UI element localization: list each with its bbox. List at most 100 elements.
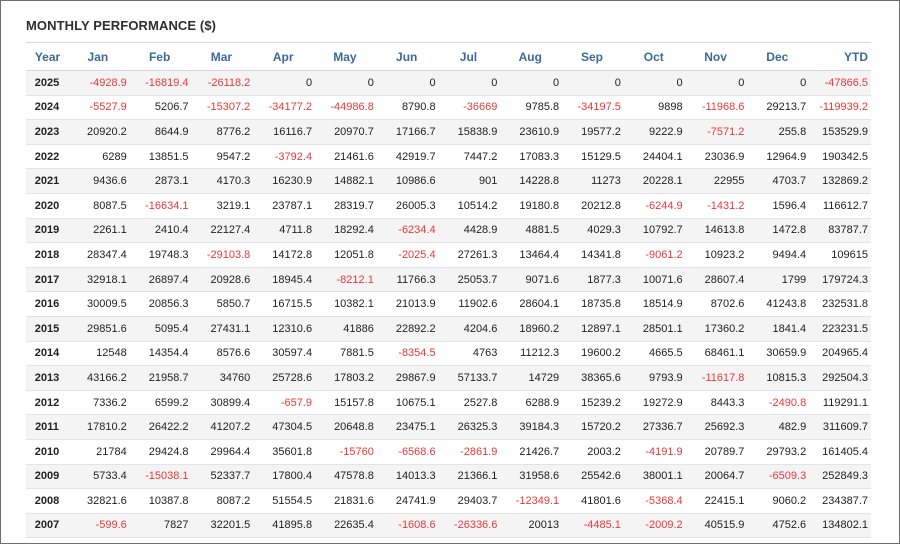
month-value-cell: 8702.6 bbox=[685, 291, 748, 317]
month-value-cell: 3219.1 bbox=[191, 192, 254, 219]
month-value-cell: 25053.7 bbox=[438, 266, 501, 293]
month-value-cell: 20013 bbox=[500, 512, 563, 539]
table-row: 2023 20920.2 8644.9 8776.2 16116.7 20970.7 171… bbox=[26, 119, 871, 145]
ytd-cell: 311609.7 bbox=[809, 414, 871, 440]
month-value-cell: 5733.4 bbox=[68, 463, 130, 490]
month-value-cell: 10514.2 bbox=[438, 192, 501, 219]
ytd-cell: 190342.5 bbox=[809, 143, 871, 170]
month-value-cell: 482.9 bbox=[747, 414, 810, 440]
month-value-cell: 4428.9 bbox=[438, 217, 501, 244]
month-value-cell: 18514.9 bbox=[623, 291, 686, 317]
column-header-nov: Nov bbox=[685, 42, 748, 71]
month-value-cell: 20970.7 bbox=[315, 119, 377, 145]
month-value-cell: 9494.4 bbox=[747, 242, 810, 268]
month-value-cell: 4881.5 bbox=[500, 217, 563, 244]
month-value-cell: 0 bbox=[315, 70, 377, 96]
month-value-cell: 21461.6 bbox=[315, 143, 377, 170]
month-value-cell: 21958.7 bbox=[129, 365, 192, 391]
month-value-cell: 2003.2 bbox=[562, 438, 624, 465]
month-value-cell: 51554.5 bbox=[253, 488, 316, 514]
month-value-cell: 20856.3 bbox=[129, 291, 192, 317]
month-value-cell: 14613.8 bbox=[685, 217, 748, 244]
month-value-cell: 15129.5 bbox=[562, 143, 624, 170]
month-value-cell: 32918.1 bbox=[68, 266, 130, 293]
month-value-cell: 14729 bbox=[500, 365, 563, 391]
month-value-cell: 12548 bbox=[68, 340, 130, 367]
column-header-sep: Sep bbox=[562, 42, 624, 71]
month-value-cell: 2527.8 bbox=[438, 389, 501, 416]
month-value-cell: 10071.6 bbox=[623, 266, 686, 293]
month-value-cell: 26897.4 bbox=[129, 266, 192, 293]
month-value-cell: 43166.2 bbox=[68, 365, 130, 391]
month-value-cell: 5206.7 bbox=[129, 94, 192, 121]
table-row: 2007 -599.6 7827 32201.5 41895.8 22635.4 -1608… bbox=[26, 512, 871, 539]
month-value-cell: 13851.5 bbox=[129, 143, 192, 170]
table-row: 2015 29851.6 5095.4 27431.1 12310.6 41886 2289… bbox=[26, 315, 871, 342]
month-value-cell: 27431.1 bbox=[191, 315, 254, 342]
month-value-cell: 30659.9 bbox=[747, 340, 810, 367]
month-value-cell: -11617.8 bbox=[685, 365, 748, 391]
ytd-cell: 109615 bbox=[809, 242, 871, 268]
month-value-cell: 68461.1 bbox=[685, 340, 748, 367]
year-cell: 2018 bbox=[26, 242, 68, 268]
table-row: 2019 2261.1 2410.4 22127.4 4711.8 18292.4 -623… bbox=[26, 217, 871, 244]
month-value-cell: 29964.4 bbox=[191, 438, 254, 465]
month-value-cell: 255.8 bbox=[747, 119, 810, 145]
month-value-cell: -6509.3 bbox=[747, 463, 810, 490]
month-value-cell: 9793.9 bbox=[623, 365, 686, 391]
column-header-may: May bbox=[315, 42, 377, 71]
month-value-cell: 14354.4 bbox=[129, 340, 192, 367]
month-value-cell: 4204.6 bbox=[438, 315, 501, 342]
month-value-cell: 10815.3 bbox=[747, 365, 810, 391]
month-value-cell: 22127.4 bbox=[191, 217, 254, 244]
month-value-cell: 21013.9 bbox=[376, 291, 439, 317]
month-value-cell: 901 bbox=[438, 168, 501, 194]
ytd-cell: 204965.4 bbox=[809, 340, 871, 367]
month-value-cell: 41243.8 bbox=[747, 291, 810, 317]
month-value-cell: 4763 bbox=[438, 340, 501, 367]
month-value-cell: 35601.8 bbox=[253, 438, 316, 465]
month-value-cell: 0 bbox=[747, 70, 810, 96]
column-header-aug: Aug bbox=[500, 42, 563, 71]
month-value-cell: 9436.6 bbox=[68, 168, 130, 194]
month-value-cell: 5850.7 bbox=[191, 291, 254, 317]
month-value-cell: 15838.9 bbox=[438, 119, 501, 145]
month-value-cell: -1431.2 bbox=[685, 192, 748, 219]
month-value-cell: 28319.7 bbox=[315, 192, 377, 219]
month-value-cell: 47578.8 bbox=[315, 463, 377, 490]
month-value-cell: 52337.7 bbox=[191, 463, 254, 490]
month-value-cell: 41895.8 bbox=[253, 512, 316, 539]
month-value-cell: 24741.9 bbox=[376, 488, 439, 514]
month-value-cell: -1608.6 bbox=[376, 512, 439, 539]
year-cell: 2020 bbox=[26, 192, 68, 219]
month-value-cell: -15307.2 bbox=[191, 94, 254, 121]
month-value-cell: 21426.7 bbox=[500, 438, 563, 465]
year-cell: 2015 bbox=[26, 315, 68, 342]
month-value-cell: 23787.1 bbox=[253, 192, 316, 219]
month-value-cell: 34760 bbox=[191, 365, 254, 391]
month-value-cell: 0 bbox=[500, 70, 563, 96]
ytd-cell: 116612.7 bbox=[809, 192, 871, 219]
month-value-cell: 41886 bbox=[315, 315, 377, 342]
year-cell: 2017 bbox=[26, 266, 68, 293]
month-value-cell: 5095.4 bbox=[129, 315, 192, 342]
month-value-cell: 39184.3 bbox=[500, 414, 563, 440]
month-value-cell: -2490.8 bbox=[747, 389, 810, 416]
month-value-cell: 1877.3 bbox=[562, 266, 624, 293]
ytd-cell: 234387.7 bbox=[809, 488, 871, 514]
month-value-cell: 0 bbox=[562, 70, 624, 96]
year-cell: 2023 bbox=[26, 119, 68, 145]
ytd-cell: 119291.1 bbox=[809, 389, 871, 416]
month-value-cell: 25542.6 bbox=[562, 463, 624, 490]
column-header-apr: Apr bbox=[253, 42, 316, 71]
month-value-cell: 42919.7 bbox=[376, 143, 439, 170]
month-value-cell: 9071.6 bbox=[500, 266, 563, 293]
table-row: 2014 12548 14354.4 8576.6 30597.4 7881.5 -8354… bbox=[26, 340, 871, 367]
month-value-cell: 14341.8 bbox=[562, 242, 624, 268]
month-value-cell: 7827 bbox=[129, 512, 192, 539]
month-value-cell: 10792.7 bbox=[623, 217, 686, 244]
month-value-cell: 8443.3 bbox=[685, 389, 748, 416]
month-value-cell: -2025.4 bbox=[376, 242, 439, 268]
month-value-cell: 14228.8 bbox=[500, 168, 563, 194]
month-value-cell: 23475.1 bbox=[376, 414, 439, 440]
